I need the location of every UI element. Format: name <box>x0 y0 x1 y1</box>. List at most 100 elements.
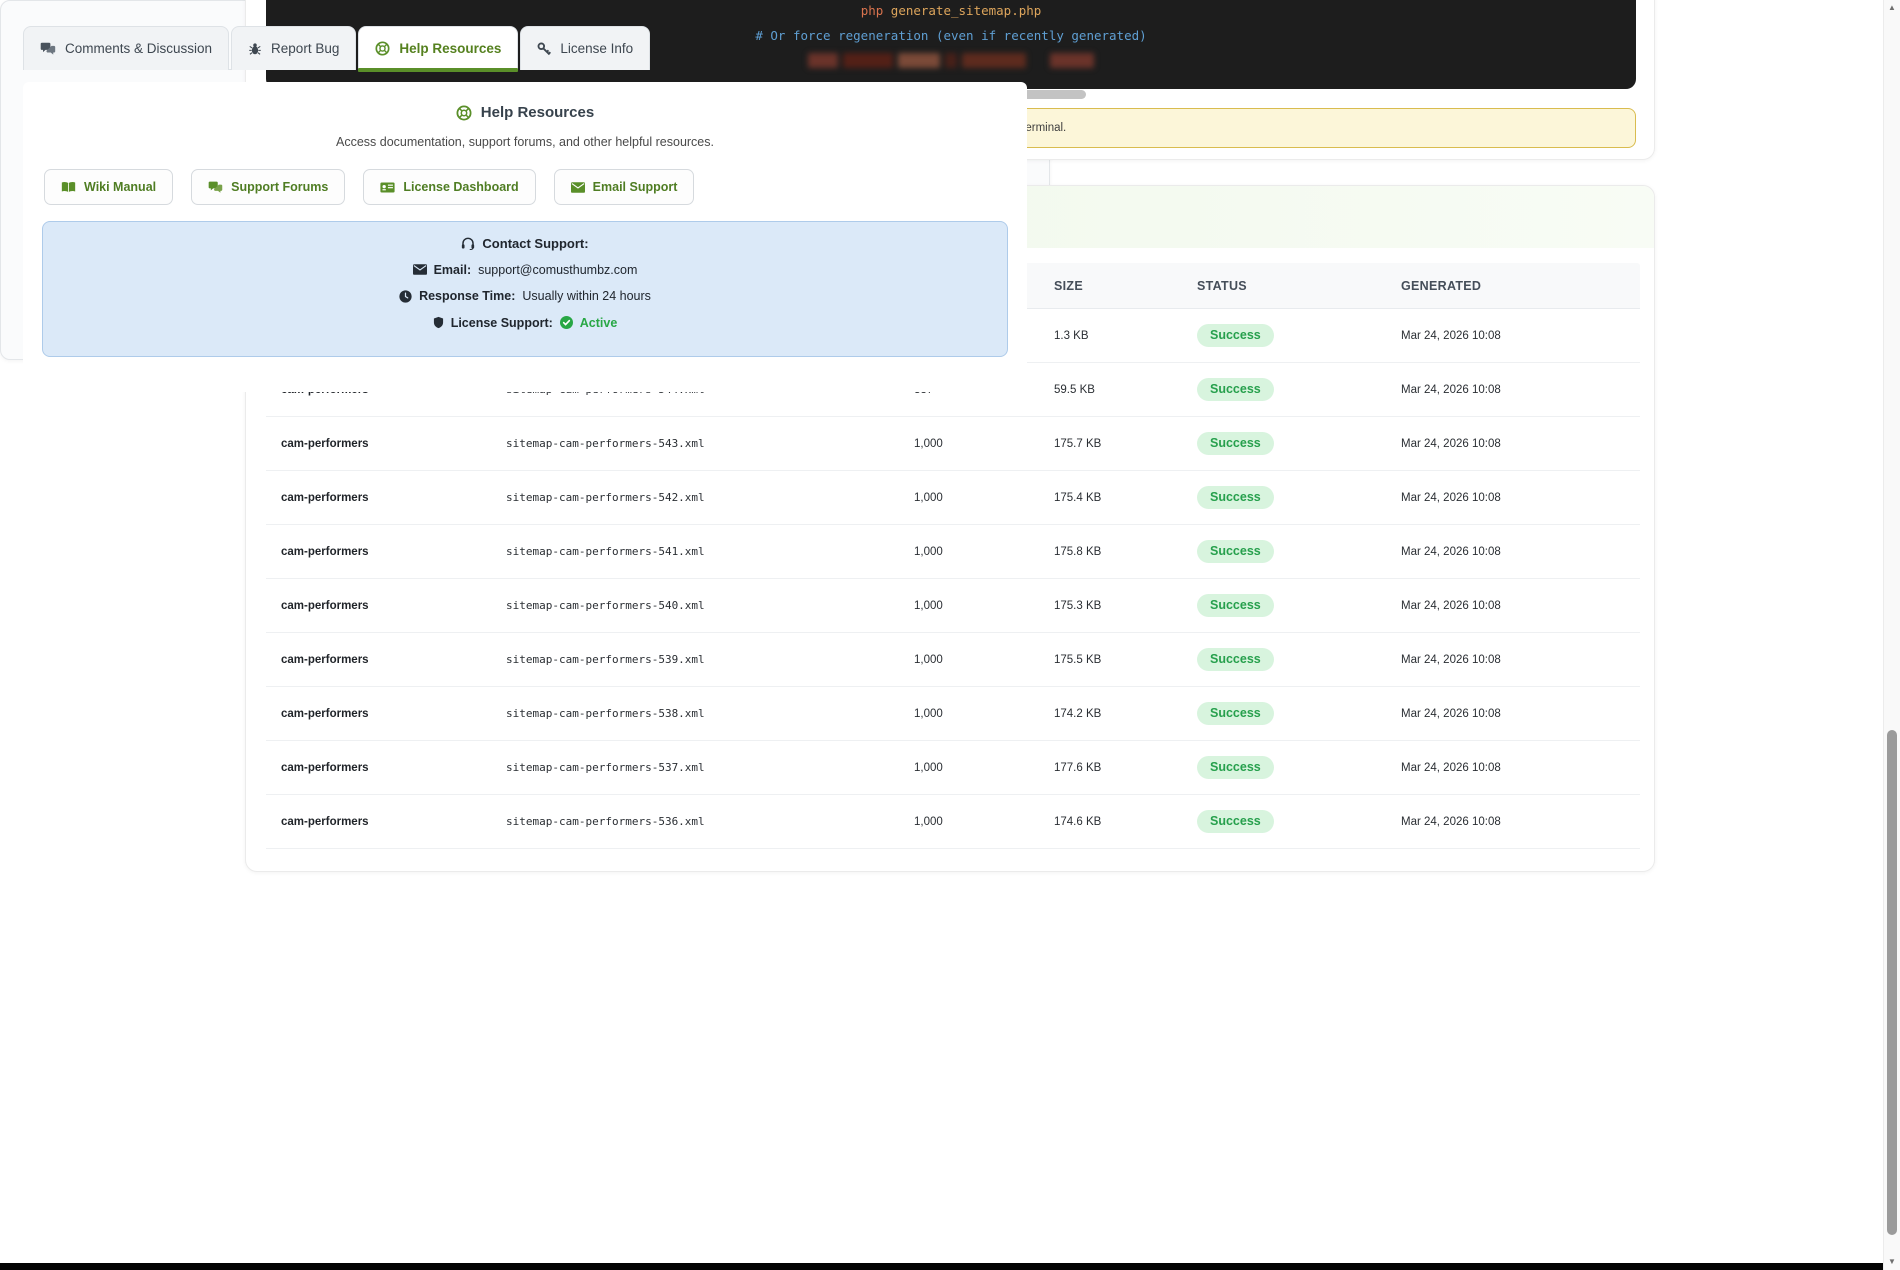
cell-generated: Mar 24, 2026 10:08 <box>1386 762 1640 774</box>
comments-icon <box>208 181 223 194</box>
cell-size: 1.3 KB <box>1039 330 1182 342</box>
table-row: cam-performers sitemap-cam-performers-54… <box>266 579 1640 633</box>
cell-size: 174.2 KB <box>1039 708 1182 720</box>
cell-urls: 1,000 <box>899 438 1039 450</box>
cell-generated: Mar 24, 2026 10:08 <box>1386 816 1640 828</box>
cell-status: Success <box>1182 702 1386 725</box>
panel-subtitle: Access documentation, support forums, an… <box>23 135 1027 149</box>
vertical-scrollbar-thumb[interactable] <box>1887 730 1897 1235</box>
comments-icon <box>40 42 56 56</box>
book-icon <box>61 181 76 193</box>
cell-size: 175.3 KB <box>1039 600 1182 612</box>
cell-status: Success <box>1182 540 1386 563</box>
button-label: Support Forums <box>231 180 328 194</box>
table-row: cam-performers sitemap-cam-performers-54… <box>266 525 1640 579</box>
wiki-manual-button[interactable]: Wiki Manual <box>44 169 173 205</box>
tab-help-resources[interactable]: Help Resources <box>358 26 518 70</box>
tab-label: License Info <box>560 41 633 56</box>
cell-type: cam-performers <box>266 492 491 504</box>
status-badge: Success <box>1197 486 1274 509</box>
contact-support-box: Contact Support: Email: support@comusthu… <box>42 221 1008 357</box>
panel-title: Help Resources <box>481 104 594 121</box>
cell-type: cam-performers <box>266 816 491 828</box>
cell-urls: 1,000 <box>899 708 1039 720</box>
cell-status: Success <box>1182 324 1386 347</box>
cell-status: Success <box>1182 432 1386 455</box>
cell-status: Success <box>1182 486 1386 509</box>
email-value: support@comusthumbz.com <box>478 263 637 277</box>
column-header-generated: GENERATED <box>1386 279 1640 293</box>
tab-report-bug[interactable]: Report Bug <box>231 26 356 70</box>
cell-status: Success <box>1182 756 1386 779</box>
support-forums-button[interactable]: Support Forums <box>191 169 345 205</box>
cell-size: 175.8 KB <box>1039 546 1182 558</box>
status-badge: Success <box>1197 702 1274 725</box>
help-resources-panel: Help Resources Access documentation, sup… <box>23 82 1027 392</box>
envelope-icon <box>571 182 585 193</box>
check-circle-icon <box>560 316 573 329</box>
scroll-down-arrow[interactable]: ▼ <box>1884 1256 1900 1268</box>
envelope-icon <box>413 264 427 275</box>
email-label: Email: <box>434 263 472 277</box>
cell-generated: Mar 24, 2026 10:08 <box>1386 438 1640 450</box>
tab-label: Comments & Discussion <box>65 41 212 56</box>
cell-filename: sitemap-cam-performers-537.xml <box>491 761 899 774</box>
resource-buttons-row: Wiki Manual Support Forums License Dashb… <box>44 169 1027 205</box>
headset-icon <box>461 237 475 250</box>
code-argument-text: generate_sitemap.php <box>891 3 1042 18</box>
cell-status: Success <box>1182 810 1386 833</box>
cell-generated: Mar 24, 2026 10:08 <box>1386 654 1640 666</box>
cell-urls: 1,000 <box>899 546 1039 558</box>
contact-heading-line: Contact Support: <box>43 230 1007 257</box>
cell-size: 174.6 KB <box>1039 816 1182 828</box>
table-row: cam-performers sitemap-cam-performers-54… <box>266 471 1640 525</box>
status-badge: Success <box>1197 756 1274 779</box>
cell-generated: Mar 24, 2026 10:08 <box>1386 546 1640 558</box>
contact-license-line: License Support: Active <box>43 310 1007 337</box>
table-row: cam-performers sitemap-cam-performers-54… <box>266 417 1640 471</box>
table-row: cam-performers sitemap-cam-performers-53… <box>266 687 1640 741</box>
tab-label: Report Bug <box>271 41 339 56</box>
code-command-line: php generate_sitemap.php <box>266 0 1636 23</box>
cell-type: cam-performers <box>266 438 491 450</box>
cell-size: 177.6 KB <box>1039 762 1182 774</box>
table-row: cam-performers sitemap-cam-performers-53… <box>266 633 1640 687</box>
cell-urls: 1,000 <box>899 816 1039 828</box>
button-label: Wiki Manual <box>84 180 156 194</box>
tab-comments-discussion[interactable]: Comments & Discussion <box>23 26 229 70</box>
response-time-label: Response Time: <box>419 289 515 303</box>
panel-title-row: Help Resources <box>23 82 1027 121</box>
cell-generated: Mar 24, 2026 10:08 <box>1386 708 1640 720</box>
vertical-scrollbar[interactable]: ▲ ▼ <box>1883 0 1900 1270</box>
cell-generated: Mar 24, 2026 10:08 <box>1386 384 1640 396</box>
table-row: cam-performers sitemap-cam-performers-53… <box>266 795 1640 849</box>
status-badge: Success <box>1197 378 1274 401</box>
cell-urls: 1,000 <box>899 654 1039 666</box>
cell-urls: 1,000 <box>899 492 1039 504</box>
license-status: Active <box>580 316 618 330</box>
key-icon <box>537 42 551 56</box>
clock-icon <box>399 290 412 303</box>
license-dashboard-button[interactable]: License Dashboard <box>363 169 535 205</box>
cell-size: 59.5 KB <box>1039 384 1182 396</box>
cell-status: Success <box>1182 378 1386 401</box>
cell-type: cam-performers <box>266 546 491 558</box>
email-support-button[interactable]: Email Support <box>554 169 695 205</box>
cell-filename: sitemap-cam-performers-540.xml <box>491 599 899 612</box>
cell-type: cam-performers <box>266 600 491 612</box>
license-support-label: License Support: <box>451 316 553 330</box>
cell-type: cam-performers <box>266 762 491 774</box>
scroll-up-arrow[interactable]: ▲ <box>1884 2 1900 14</box>
cell-urls: 1,000 <box>899 762 1039 774</box>
cell-filename: sitemap-cam-performers-538.xml <box>491 707 899 720</box>
bug-icon <box>248 42 262 56</box>
cell-type: cam-performers <box>266 708 491 720</box>
tab-license-info[interactable]: License Info <box>520 26 650 70</box>
life-ring-icon <box>456 105 472 121</box>
cell-type: cam-performers <box>266 654 491 666</box>
shield-icon <box>433 316 444 329</box>
life-ring-icon <box>375 41 390 56</box>
status-badge: Success <box>1197 594 1274 617</box>
column-header-status: STATUS <box>1182 279 1386 293</box>
button-label: Email Support <box>593 180 678 194</box>
